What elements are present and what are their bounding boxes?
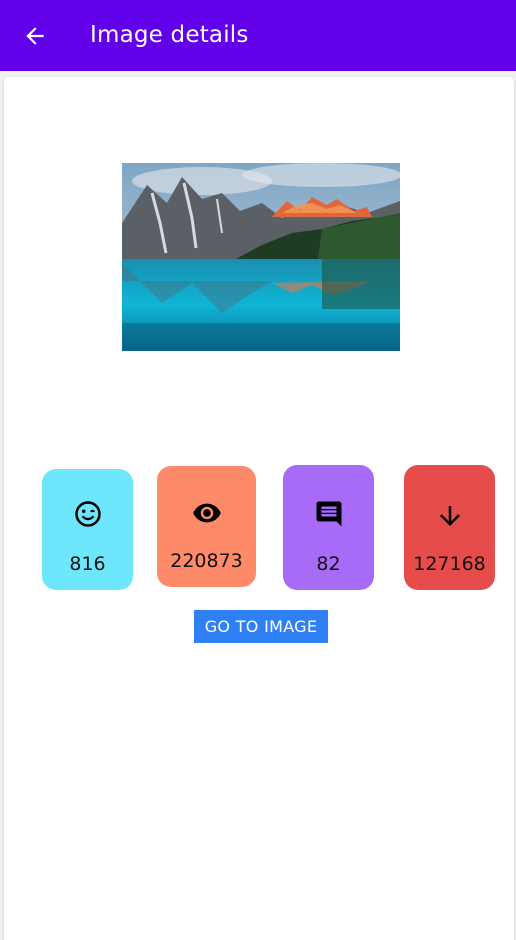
comments-count: 82 <box>316 553 341 575</box>
smile-icon <box>74 501 101 527</box>
downloads-stat: 127168 <box>404 465 495 590</box>
likes-count: 816 <box>69 553 106 575</box>
likes-stat: 816 <box>42 469 133 590</box>
eye-icon <box>192 503 221 523</box>
image-preview <box>122 163 400 351</box>
downloads-count: 127168 <box>413 553 486 575</box>
page-title: Image details <box>90 22 249 48</box>
views-count: 220873 <box>170 550 243 572</box>
comment-icon <box>316 501 341 527</box>
download-arrow-icon <box>439 506 460 526</box>
mountain-lake-photo <box>122 163 400 351</box>
app-bar: Image details <box>0 0 516 71</box>
views-stat: 220873 <box>157 466 256 587</box>
comments-stat: 82 <box>283 465 374 590</box>
back-button[interactable] <box>20 21 50 51</box>
arrow-back-icon <box>26 27 44 45</box>
details-card: 816 220873 82 127168 GO TO IMAGE <box>4 77 514 940</box>
go-to-image-button[interactable]: GO TO IMAGE <box>194 610 328 643</box>
